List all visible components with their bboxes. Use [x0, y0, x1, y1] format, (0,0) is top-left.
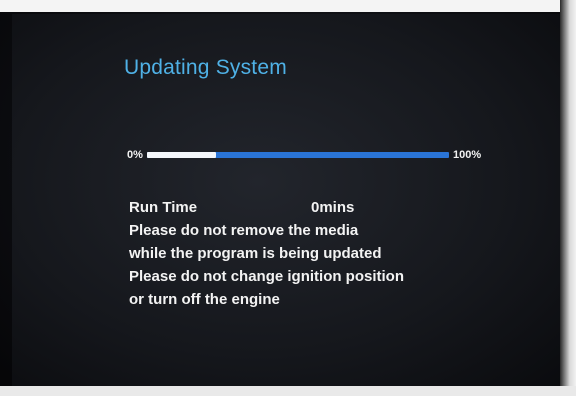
message-line: Please do not remove the media: [129, 222, 359, 239]
right-edge: [560, 0, 576, 396]
progress-min-label: 0%: [127, 149, 143, 161]
page-title: Updating System: [124, 56, 287, 79]
progress-max-label: 100%: [453, 149, 482, 161]
top-border: [0, 0, 576, 12]
message-line: Please do not change ignition position: [129, 268, 405, 285]
progress-section: 0% 100%: [127, 147, 507, 167]
run-time-label: Run Time: [129, 199, 198, 216]
progress-bar: [147, 152, 449, 158]
message-line: or turn off the engine: [129, 291, 280, 308]
message-line: while the program is being updated: [129, 245, 382, 262]
run-time-row: Run Time 0mins: [129, 196, 404, 219]
progress-bar-fill: [147, 152, 217, 158]
status-panel: Run Time 0mins Please do not remove the …: [129, 196, 404, 311]
bottom-border: [0, 386, 576, 396]
run-time-value: 0mins: [311, 199, 355, 216]
